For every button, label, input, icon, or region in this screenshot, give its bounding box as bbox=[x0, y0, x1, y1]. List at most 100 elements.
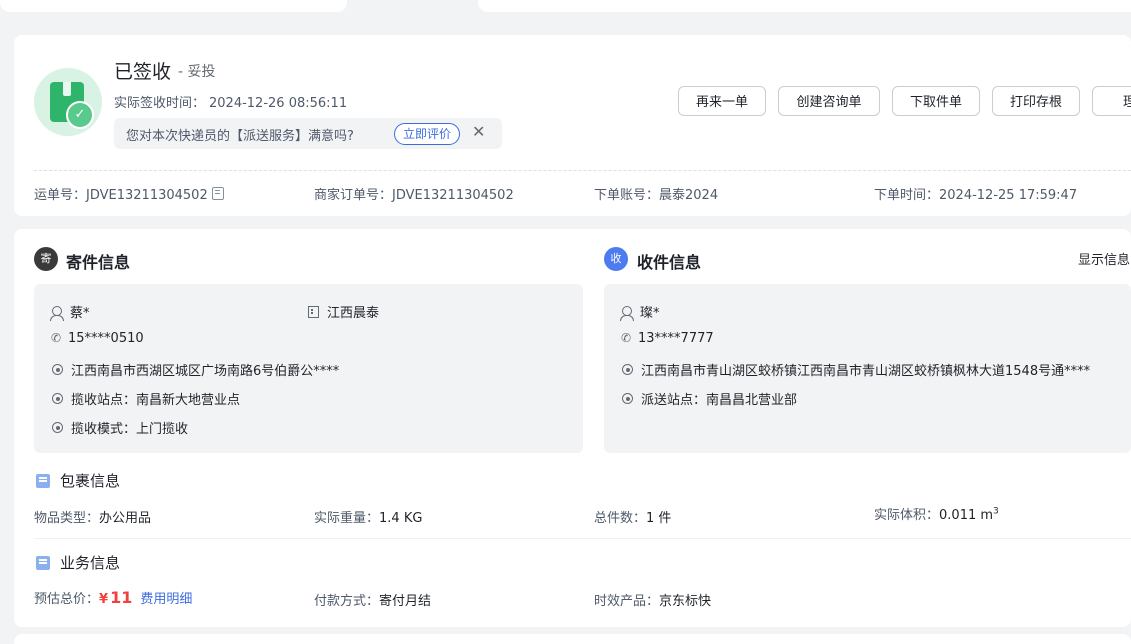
account-label: 下单账号： bbox=[594, 188, 660, 203]
sender-phone: ✆ 15****0510 bbox=[50, 331, 144, 346]
receiver-badge-icon: 收 bbox=[604, 247, 628, 271]
receiver-station: 派送站点：南昌昌北营业部 bbox=[622, 389, 797, 408]
item-type-label: 物品类型： bbox=[34, 511, 100, 526]
item-type-value: 办公用品 bbox=[99, 511, 152, 526]
divider bbox=[34, 538, 1131, 539]
currency-symbol: ¥ bbox=[99, 592, 109, 607]
sender-company-text: 江西晨泰 bbox=[327, 306, 380, 321]
payment-label: 付款方式： bbox=[314, 594, 380, 609]
sender-info-box: 蔡* 江西晨泰 ✆ 15****0510 江西南昌市西湖区城区广场南路6号伯爵公*… bbox=[34, 284, 583, 453]
sender-phone-text: 15****0510 bbox=[68, 331, 144, 346]
receiver-phone-text: 13****7777 bbox=[638, 331, 714, 346]
total-pieces: 总件数：1 件 bbox=[594, 507, 671, 526]
location-icon bbox=[52, 393, 63, 404]
pickup-order-button[interactable]: 下取件单 bbox=[892, 86, 980, 116]
detail-card: 寄 寄件信息 蔡* 江西晨泰 ✆ 15****0510 江西南昌市西湖区城区广场南… bbox=[14, 229, 1131, 627]
merchant-label: 商家订单号： bbox=[314, 188, 393, 203]
reorder-button[interactable]: 再来一单 bbox=[678, 86, 766, 116]
person-icon bbox=[50, 306, 64, 321]
product-label: 时效产品： bbox=[594, 594, 660, 609]
volume-value: 0.011 m bbox=[939, 508, 994, 523]
price-amount: 11 bbox=[110, 588, 133, 607]
count-label: 总件数： bbox=[594, 511, 647, 526]
status-subtitle: - 妥投 bbox=[178, 64, 216, 80]
sender-address-text: 江西南昌市西湖区城区广场南路6号伯爵公**** bbox=[71, 364, 340, 379]
claim-button[interactable]: 理赔 bbox=[1092, 86, 1131, 116]
survey-question: 您对本次快递员的【派送服务】满意吗? bbox=[126, 129, 354, 144]
rate-now-button[interactable]: 立即评价 bbox=[394, 123, 461, 145]
order-time-label: 下单时间： bbox=[874, 188, 940, 203]
account-value: 晨泰2024 bbox=[659, 188, 719, 203]
phone-icon: ✆ bbox=[620, 331, 632, 345]
sender-station-text: 揽收站点：南昌新大地营业点 bbox=[71, 393, 241, 408]
receiver-phone: ✆ 13****7777 bbox=[620, 331, 714, 346]
service-product: 时效产品：京东标快 bbox=[594, 590, 711, 609]
order-account: 下单账号：晨泰2024 bbox=[594, 184, 718, 203]
receiver-station-text: 派送站点：南昌昌北营业部 bbox=[641, 393, 798, 408]
price-value: ¥11 bbox=[99, 588, 132, 607]
courier-survey: 您对本次快递员的【派送服务】满意吗? 立即评价 ✕ bbox=[114, 118, 502, 149]
receiver-section-title: 收件信息 bbox=[637, 253, 702, 272]
sign-time-label: 实际签收时间： bbox=[114, 96, 206, 111]
product-value: 京东标快 bbox=[659, 594, 712, 609]
top-tabs-strip bbox=[0, 0, 1131, 16]
sender-name-text: 蔡* bbox=[70, 306, 90, 321]
show-info-link[interactable]: 显示信息 bbox=[1078, 249, 1130, 268]
sign-time: 实际签收时间： 2024-12-26 08:56:11 bbox=[114, 92, 347, 111]
payment-value: 寄付月结 bbox=[379, 594, 432, 609]
receiver-name-text: 璨* bbox=[640, 306, 660, 321]
receiver-address: 江西南昌市青山湖区蛟桥镇江西南昌市青山湖区蛟桥镇枫林大道1548号通**** bbox=[622, 360, 1090, 379]
building-icon bbox=[308, 306, 319, 318]
sender-badge-icon: 寄 bbox=[34, 247, 58, 271]
order-time: 下单时间：2024-12-25 17:59:47 bbox=[874, 184, 1077, 203]
sender-station: 揽收站点：南昌新大地营业点 bbox=[52, 389, 240, 408]
business-icon bbox=[36, 556, 50, 570]
location-icon bbox=[52, 422, 63, 433]
sign-time-value: 2024-12-26 08:56:11 bbox=[209, 96, 348, 111]
tab-partial-left[interactable] bbox=[0, 0, 347, 12]
package-section-title: 包裹信息 bbox=[60, 472, 121, 490]
weight-value: 1.4 KG bbox=[379, 511, 423, 526]
actual-volume: 实际体积：0.011 m3 bbox=[874, 504, 999, 523]
sender-mode: 揽收模式：上门揽收 bbox=[52, 418, 188, 437]
volume-exponent: 3 bbox=[993, 506, 999, 517]
sender-mode-text: 揽收模式：上门揽收 bbox=[71, 422, 189, 437]
business-section-title: 业务信息 bbox=[60, 554, 121, 572]
order-time-value: 2024-12-25 17:59:47 bbox=[939, 188, 1078, 203]
signed-status-icon: ✓ bbox=[34, 68, 102, 136]
sender-section-title: 寄件信息 bbox=[66, 253, 131, 272]
location-icon bbox=[52, 364, 63, 375]
receiver-info-box: 璨* ✆ 13****7777 江西南昌市青山湖区蛟桥镇江西南昌市青山湖区蛟桥镇枫… bbox=[604, 284, 1131, 453]
merchant-value: JDVE13211304502 bbox=[392, 188, 514, 203]
estimated-price: 预估总价：¥ 11 费用明细 bbox=[34, 588, 192, 607]
tab-partial-right[interactable] bbox=[478, 0, 1131, 12]
volume-label: 实际体积： bbox=[874, 508, 940, 523]
waybill-value: JDVE13211304502 bbox=[86, 188, 208, 203]
merchant-order-number: 商家订单号：JDVE13211304502 bbox=[314, 184, 514, 203]
status-card: ✓ 已签收 - 妥投 实际签收时间： 2024-12-26 08:56:11 您对… bbox=[14, 35, 1131, 216]
close-icon[interactable]: ✕ bbox=[472, 122, 485, 141]
count-value: 1 件 bbox=[646, 511, 672, 526]
next-card-edge bbox=[14, 634, 1131, 644]
actual-weight: 实际重量：1.4 KG bbox=[314, 507, 422, 526]
status-title: 已签收 bbox=[114, 61, 172, 83]
waybill-label: 运单号： bbox=[34, 188, 87, 203]
receiver-name: 璨* bbox=[620, 302, 660, 321]
payment-method: 付款方式：寄付月结 bbox=[314, 590, 431, 609]
copy-icon[interactable] bbox=[211, 187, 224, 200]
divider bbox=[34, 170, 1131, 171]
sender-address: 江西南昌市西湖区城区广场南路6号伯爵公**** bbox=[52, 360, 339, 379]
print-stub-button[interactable]: 打印存根 bbox=[992, 86, 1080, 116]
item-type: 物品类型：办公用品 bbox=[34, 507, 151, 526]
price-label: 预估总价： bbox=[34, 592, 100, 607]
package-icon bbox=[36, 474, 50, 488]
location-icon bbox=[622, 364, 633, 375]
create-inquiry-button[interactable]: 创建咨询单 bbox=[778, 86, 880, 116]
weight-label: 实际重量： bbox=[314, 511, 380, 526]
person-icon bbox=[620, 306, 634, 321]
fee-detail-link[interactable]: 费用明细 bbox=[140, 592, 192, 607]
sender-company: 江西晨泰 bbox=[308, 302, 379, 321]
phone-icon: ✆ bbox=[50, 331, 62, 345]
waybill-number: 运单号：JDVE13211304502 bbox=[34, 184, 224, 203]
receiver-address-text: 江西南昌市青山湖区蛟桥镇江西南昌市青山湖区蛟桥镇枫林大道1548号通**** bbox=[641, 364, 1091, 379]
